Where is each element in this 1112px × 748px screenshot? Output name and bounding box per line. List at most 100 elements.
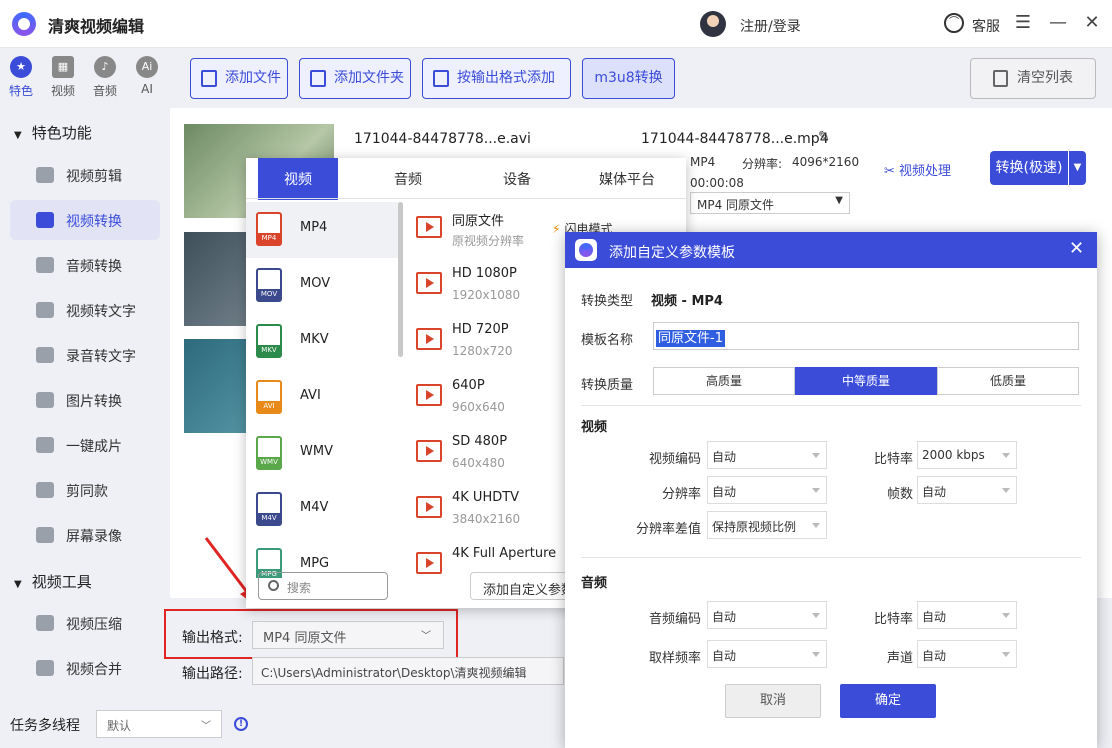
quality-high-button[interactable]: 高质量 — [653, 367, 795, 395]
cancel-button[interactable]: 取消 — [725, 684, 821, 718]
resolution-select[interactable]: 自动 — [707, 476, 827, 504]
sidebar-item-audio-convert[interactable]: 音频转换 — [10, 245, 160, 285]
confirm-button[interactable]: 确定 — [840, 684, 936, 718]
add-format-icon — [433, 70, 449, 87]
preset-name: 4K Full Aperture — [452, 546, 557, 561]
compress-icon — [36, 615, 54, 631]
format-list-scrollbar[interactable] — [398, 202, 403, 357]
sidebar-item-screen-record[interactable]: 屏幕录像 — [10, 515, 160, 555]
video-file-icon — [416, 216, 442, 238]
sample-rate-select[interactable]: 自动 — [707, 640, 827, 668]
convert-button[interactable]: 转换(极速) — [990, 151, 1068, 185]
preset-resolution: 960x640 — [452, 400, 505, 414]
channel-label: 声道 — [886, 651, 913, 666]
video-section-title: 视频 — [581, 420, 608, 435]
format-item[interactable]: WMV WMV — [246, 426, 398, 482]
task-thread-label: 任务多线程 — [10, 718, 80, 734]
video-file-icon — [416, 328, 442, 350]
add-folder-button[interactable]: 添加文件夹 — [299, 58, 411, 99]
template-name-input[interactable]: 同原文件-1 — [653, 322, 1079, 350]
format-item[interactable]: MP4 MP4 — [246, 202, 398, 258]
resolution-label: 分辨率 — [661, 487, 701, 502]
divider — [581, 557, 1081, 558]
task-thread-select[interactable]: 默认 ﹀ — [96, 710, 222, 738]
preset-name: 640P — [452, 378, 485, 393]
channel-select[interactable]: 自动 — [917, 640, 1017, 668]
sidebar-item-video-to-text[interactable]: 视频转文字 — [10, 290, 160, 330]
pencil-icon[interactable]: ✎ — [818, 129, 830, 145]
login-link[interactable]: 注册/登录 — [740, 16, 801, 36]
tab-featured[interactable]: ★ 特色 — [6, 56, 36, 99]
preset-resolution: 原视频分辨率 — [452, 234, 525, 248]
ai-icon: Ai — [136, 56, 158, 78]
tab-video-formats[interactable]: 视频 — [258, 158, 338, 200]
highlight-box — [164, 609, 458, 659]
sidebar-item-template[interactable]: 剪同款 — [10, 470, 160, 510]
format-item[interactable]: M4V M4V — [246, 482, 398, 538]
tab-device-formats[interactable]: 设备 — [462, 158, 572, 198]
minimize-icon[interactable]: — — [1048, 12, 1068, 33]
info-icon[interactable]: ! — [234, 717, 248, 731]
format-file-icon: AVI — [256, 380, 282, 414]
add-by-format-button[interactable]: 按输出格式添加 — [422, 58, 571, 99]
preset-name: 4K UHDTV — [452, 490, 520, 505]
headset-icon[interactable]: ⌒ — [944, 13, 964, 33]
tab-audio[interactable]: ♪ 音频 — [90, 56, 120, 99]
preset-resolution: 1280x720 — [452, 344, 513, 358]
video-codec-select[interactable]: 自动 — [707, 441, 827, 469]
video-file-icon — [416, 440, 442, 462]
template-icon — [36, 482, 54, 498]
convert-options-button[interactable]: ▼ — [1069, 151, 1086, 185]
sidebar-item-one-click[interactable]: 一键成片 — [10, 425, 160, 465]
menu-icon[interactable]: ☰ — [1013, 12, 1033, 33]
tab-media-platform[interactable]: 媒体平台 — [572, 158, 682, 198]
preset-resolution: 3840x2160 — [452, 512, 521, 526]
format-item[interactable]: MOV MOV — [246, 258, 398, 314]
close-icon[interactable]: ✕ — [1082, 12, 1102, 33]
sidebar-item-video-edit[interactable]: 视频剪辑 — [10, 155, 160, 195]
format-search-input[interactable]: 搜索 — [258, 572, 388, 600]
sidebar-item-merge[interactable]: 视频合并 — [10, 648, 160, 688]
video-process-button[interactable]: ✂ 视频处理 — [884, 160, 951, 179]
tab-audio-formats[interactable]: 音频 — [354, 158, 462, 198]
fps-select[interactable]: 自动 — [917, 476, 1017, 504]
sidebar: 特色功能 视频剪辑 视频转换 音频转换 视频转文字 录音转文字 图片转换 一键成… — [0, 108, 170, 706]
quality-low-button[interactable]: 低质量 — [937, 367, 1079, 395]
file-format-select[interactable]: MP4 同原文件 ▼ — [690, 192, 850, 214]
audio-bitrate-select[interactable]: 自动 — [917, 601, 1017, 629]
format-name: MP4 — [300, 220, 328, 235]
avatar[interactable] — [700, 11, 726, 37]
video-edit-icon — [36, 167, 54, 183]
tab-ai[interactable]: Ai AI — [132, 56, 162, 96]
format-item[interactable]: AVI AVI — [246, 370, 398, 426]
format-item[interactable]: MKV MKV — [246, 314, 398, 370]
add-file-button[interactable]: 添加文件 — [190, 58, 288, 99]
format-name: MOV — [300, 276, 331, 291]
add-custom-params-button[interactable]: 添加自定义参数 — [470, 572, 580, 600]
add-folder-icon — [310, 70, 326, 87]
sidebar-item-image-convert[interactable]: 图片转换 — [10, 380, 160, 420]
close-icon[interactable]: ✕ — [1069, 238, 1084, 259]
convert-type-label: 转换类型 — [581, 294, 634, 309]
sidebar-item-compress[interactable]: 视频压缩 — [10, 603, 160, 643]
m3u8-button[interactable]: m3u8转换 — [582, 58, 675, 99]
convert-type-value: 视频 - MP4 — [651, 294, 723, 309]
format-file-icon: M4V — [256, 492, 282, 526]
preset-resolution: 1920x1080 — [452, 288, 521, 302]
audio-codec-select[interactable]: 自动 — [707, 601, 827, 629]
resolution-diff-select[interactable]: 保持原视频比例 — [707, 511, 827, 539]
tab-video[interactable]: ▦ 视频 — [48, 56, 78, 99]
sidebar-item-audio-to-text[interactable]: 录音转文字 — [10, 335, 160, 375]
bitrate-select[interactable]: 2000 kbps — [917, 441, 1017, 469]
service-link[interactable]: 客服 — [972, 16, 1000, 36]
tab-divider — [246, 198, 686, 199]
section-video-tools[interactable]: 视频工具 — [14, 571, 92, 592]
output-path-input[interactable]: C:\Users\Administrator\Desktop\清爽视频编辑 — [252, 657, 564, 685]
section-featured[interactable]: 特色功能 — [14, 122, 92, 143]
clear-list-button[interactable]: 清空列表 — [970, 58, 1096, 99]
search-icon — [268, 580, 279, 591]
quality-medium-button[interactable]: 中等质量 — [795, 367, 937, 395]
sidebar-item-video-convert[interactable]: 视频转换 — [10, 200, 160, 240]
preset-name: 同原文件 — [452, 214, 505, 229]
template-name-label: 模板名称 — [581, 333, 634, 348]
